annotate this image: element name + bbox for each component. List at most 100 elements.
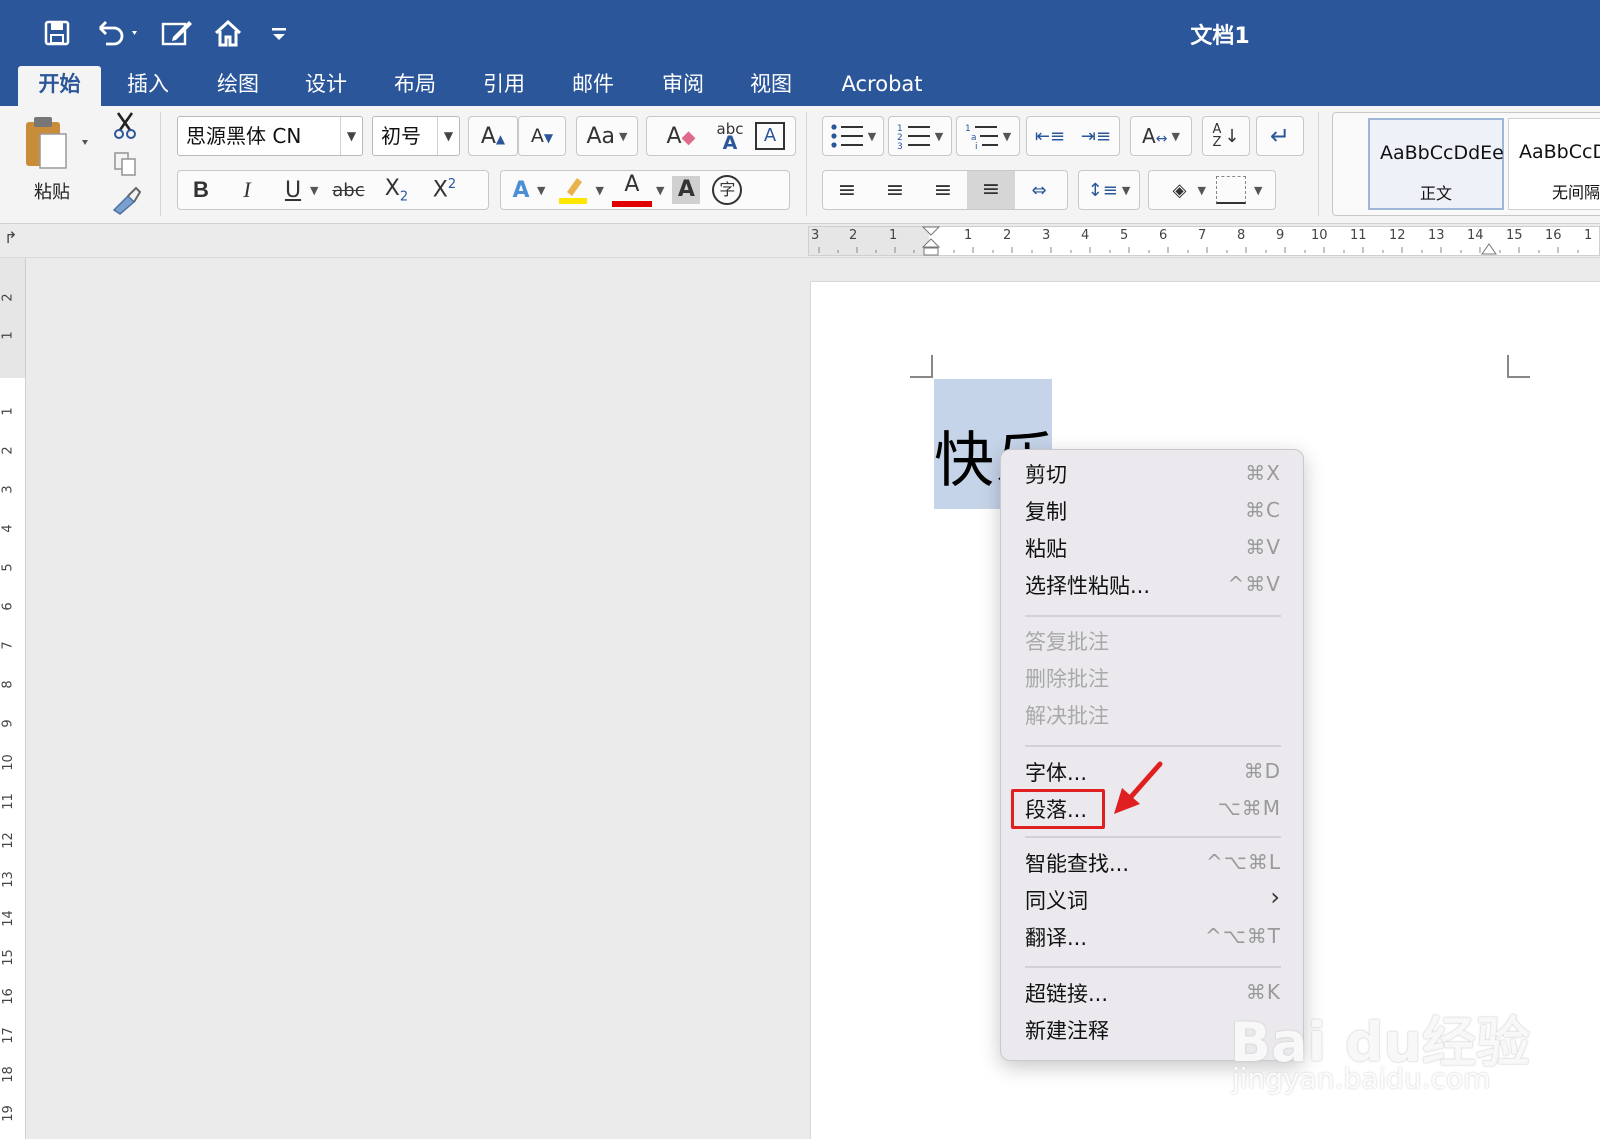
tab-stop-selector-icon[interactable]: ↱ [4, 228, 17, 247]
increase-indent-icon[interactable]: ⇥≡ [1073, 126, 1119, 147]
menu-item-label: 翻译... [1025, 926, 1088, 950]
italic-icon[interactable]: I [224, 177, 270, 203]
tab-layout[interactable]: 布局 [383, 66, 447, 106]
grow-font-button[interactable]: A▲ [468, 116, 518, 156]
crop-mark-top-left [910, 355, 933, 378]
ruler-number: 15 [0, 949, 16, 966]
text-direction-button[interactable]: A↔ ▼ [1130, 116, 1192, 156]
font-color-icon[interactable]: A [611, 173, 652, 207]
chevron-down-icon[interactable]: ▼ [537, 184, 545, 197]
svg-text:i: i [975, 142, 978, 150]
character-shading-icon[interactable]: A [672, 176, 701, 204]
chevron-down-icon[interactable]: ▼ [340, 117, 362, 155]
undo-icon[interactable] [92, 16, 144, 50]
vertical-ruler[interactable]: 2 1 1 2 3 4 5 6 7 8 9 10 11 12 13 14 15 … [0, 258, 26, 1139]
chevron-down-icon: ▼ [1002, 129, 1012, 143]
font-name-combo[interactable]: 思源黑体 CN ▼ [177, 116, 363, 156]
chevron-down-icon[interactable]: ▼ [310, 184, 318, 197]
bold-icon[interactable]: B [178, 177, 224, 203]
indent-marker-icon[interactable] [921, 225, 941, 257]
align-left-icon[interactable]: ≡ [823, 178, 871, 203]
ruler-number: 12 [0, 832, 16, 849]
menu-item-smart-lookup[interactable]: 智能查找... ^⌥⌘L [1001, 844, 1305, 880]
phonetic-guide-icon[interactable]: abc A [705, 121, 755, 152]
shading-icon[interactable]: ◈ [1162, 180, 1198, 201]
shrink-font-button[interactable]: A▼ [518, 116, 566, 156]
style-no-spacing[interactable]: AaBbCcDdEe 无间隔 [1508, 118, 1600, 210]
distributed-icon[interactable]: ⇔ [1015, 180, 1063, 201]
menu-item-cut[interactable]: 剪切 ⌘X [1001, 455, 1305, 491]
home-icon[interactable] [210, 16, 246, 50]
clear-formatting-icon[interactable]: A◆ [657, 124, 705, 149]
menu-item-reply-comment: 答复批注 [1001, 622, 1305, 658]
subscript-icon[interactable]: X2 [372, 176, 420, 204]
character-border-icon[interactable]: A [755, 122, 785, 150]
menu-separator [1025, 966, 1281, 968]
font-name-value: 思源黑体 CN [186, 124, 302, 148]
tab-review[interactable]: 审阅 [651, 66, 715, 106]
multilevel-list-button[interactable]: 1 a i ▼ [956, 116, 1020, 156]
format-painter-icon[interactable] [110, 186, 142, 216]
copy-icon[interactable] [112, 150, 140, 178]
align-center-icon[interactable]: ≡ [871, 178, 919, 203]
menu-shortcut: ⌘C [1245, 498, 1281, 522]
tab-home[interactable]: 开始 [18, 66, 101, 106]
style-sample: AaBbCcDdEe [1519, 141, 1600, 163]
menu-item-delete-comment: 删除批注 [1001, 659, 1305, 695]
menu-item-paste-special[interactable]: 选择性粘贴... ^⌘V [1001, 566, 1305, 602]
text-effects-icon[interactable]: A [501, 178, 541, 203]
menu-item-paste[interactable]: 粘贴 ⌘V [1001, 529, 1305, 565]
word-window: 文档1 开始 插入 绘图 设计 布局 引用 邮件 审阅 视图 Acrobat 粘… [0, 0, 1600, 1139]
tab-draw[interactable]: 绘图 [206, 66, 270, 106]
chevron-down-icon[interactable]: ▼ [1254, 184, 1262, 197]
ruler-number: 2 [849, 228, 858, 243]
borders-icon[interactable] [1216, 176, 1246, 204]
ruler-number: 2 [0, 446, 16, 455]
edit-document-icon[interactable] [158, 16, 196, 50]
tab-insert[interactable]: 插入 [116, 66, 180, 106]
chevron-down-icon: ▼ [934, 129, 944, 143]
menu-item-synonyms[interactable]: 同义词 › [1001, 881, 1305, 917]
chevron-down-icon[interactable]: ▼ [656, 184, 664, 197]
chevron-down-icon[interactable]: ▼ [595, 184, 603, 197]
change-case-button[interactable]: Aa ▼ [576, 116, 638, 156]
sort-button[interactable]: A Z ↓ [1202, 116, 1250, 156]
align-right-icon[interactable]: ≡ [919, 178, 967, 203]
cut-icon[interactable] [110, 110, 140, 140]
chevron-down-icon[interactable]: ▼ [1198, 184, 1206, 197]
chevron-down-icon: ▼ [619, 129, 628, 143]
tab-mailings[interactable]: 邮件 [561, 66, 625, 106]
menu-item-copy[interactable]: 复制 ⌘C [1001, 492, 1305, 528]
decrease-indent-icon[interactable]: ⇤≡ [1027, 126, 1073, 147]
enclose-characters-icon[interactable]: 字 [712, 175, 743, 205]
separator [1318, 112, 1319, 216]
strikethrough-icon[interactable]: abc [324, 180, 372, 201]
justify-icon[interactable]: ≡ [967, 171, 1015, 209]
style-normal[interactable]: AaBbCcDdEe 正文 [1368, 118, 1504, 210]
tab-design[interactable]: 设计 [294, 66, 358, 106]
ruler-number: 19 [0, 1105, 16, 1122]
menu-item-translate[interactable]: 翻译... ^⌥⌘T [1001, 918, 1305, 954]
chevron-down-icon: ▼ [867, 129, 877, 143]
right-indent-marker-icon[interactable] [1481, 243, 1497, 255]
svg-text:3: 3 [897, 142, 903, 150]
horizontal-ruler[interactable]: 3 2 1 1 2 3 4 5 6 7 8 9 10 11 12 13 14 1… [808, 226, 1600, 256]
paste-icon[interactable] [22, 114, 90, 176]
tab-acrobat[interactable]: Acrobat [830, 66, 934, 106]
superscript-icon[interactable]: X2 [420, 177, 468, 202]
save-icon[interactable] [40, 16, 74, 50]
tab-view[interactable]: 视图 [739, 66, 803, 106]
chevron-down-icon[interactable]: ▼ [437, 117, 459, 155]
show-formatting-button[interactable]: ↵ [1256, 116, 1304, 156]
bullets-button[interactable]: ▼ [822, 116, 884, 156]
numbering-button[interactable]: 1 2 3 ▼ [888, 116, 952, 156]
font-size-combo[interactable]: 初号 ▼ [372, 116, 460, 156]
ruler-number: 9 [0, 719, 16, 728]
line-spacing-button[interactable]: ↕≡ ▼ [1078, 170, 1140, 210]
ruler-number: 4 [0, 524, 16, 533]
tab-references[interactable]: 引用 [472, 66, 536, 106]
ruler-number: 5 [0, 563, 16, 572]
menu-shortcut: ^⌥⌘T [1204, 924, 1281, 948]
customize-toolbar-icon[interactable] [266, 16, 292, 50]
highlight-icon[interactable] [553, 174, 593, 206]
